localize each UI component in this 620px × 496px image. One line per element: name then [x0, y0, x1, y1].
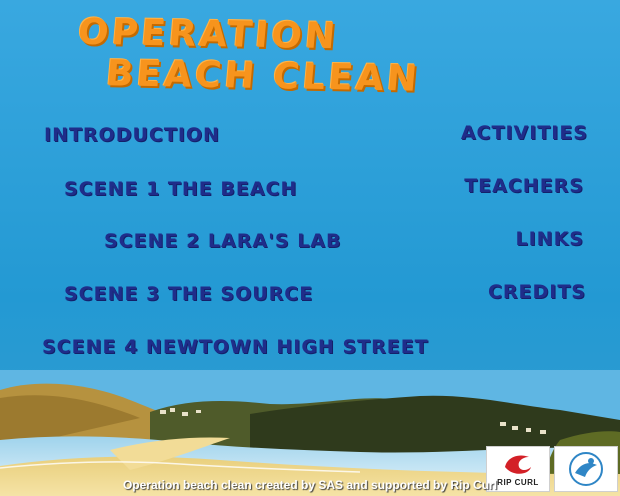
menu-link-teachers[interactable]: Teachers: [464, 175, 584, 197]
menu-link-scene-1[interactable]: Scene 1 the beach: [64, 178, 297, 200]
credit-footer-text: Operation beach clean created by SAS and…: [122, 478, 498, 492]
menu-link-scene-4[interactable]: Scene 4 Newtown High Street: [42, 336, 429, 358]
menu-link-introduction[interactable]: Introduction: [44, 124, 220, 146]
title-line-1: Operation: [76, 11, 340, 58]
menu-link-scene-3[interactable]: Scene 3 the source: [64, 283, 313, 305]
menu-link-links[interactable]: Links: [516, 228, 585, 250]
menu-link-activities[interactable]: Activities: [461, 122, 588, 144]
ripcurl-wave-icon: [505, 455, 531, 474]
game-screen: Operation Beach Clean Introduction Scene…: [0, 0, 620, 496]
menu-link-scene-2[interactable]: Scene 2 Lara's Lab: [104, 230, 342, 252]
game-title: Operation Beach Clean: [0, 0, 620, 110]
menu-link-credits[interactable]: Credits: [488, 281, 586, 303]
title-line-2: Beach Clean: [104, 53, 422, 100]
